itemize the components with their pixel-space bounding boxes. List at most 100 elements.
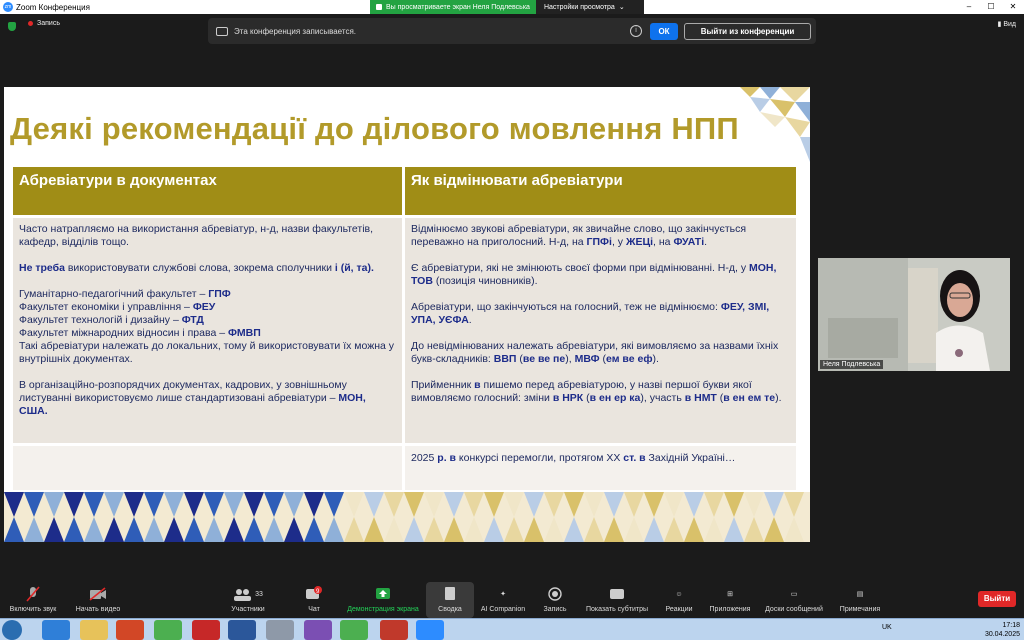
security-shield-icon[interactable] bbox=[8, 22, 16, 31]
viber-icon[interactable] bbox=[304, 620, 332, 640]
word-icon[interactable] bbox=[228, 620, 256, 640]
camera-off-icon bbox=[68, 585, 128, 603]
share-screen-button[interactable]: Демонстрация экрана bbox=[342, 582, 424, 618]
unmute-button[interactable]: Включить звук bbox=[4, 582, 62, 618]
start-video-label: Начать видео bbox=[75, 606, 121, 613]
list-item: Факультет технологій і дизайну – ФТД bbox=[19, 314, 396, 327]
view-label: Вид bbox=[1003, 21, 1016, 28]
exit-meeting-button[interactable]: Выйти из конференции bbox=[684, 23, 811, 40]
windows-taskbar: UK 17:18 30.04.2025 bbox=[0, 618, 1024, 640]
faculty-abbr: ФЕУ bbox=[192, 301, 216, 313]
notice-text: Эта конференция записывается. bbox=[234, 26, 356, 36]
screen-share-banner: Вы просматриваете экран Неля Подлевська … bbox=[370, 0, 644, 14]
col1-para4: В організаційно-розпорядчих документах, … bbox=[19, 379, 396, 418]
abbr: ве ве пе bbox=[522, 353, 566, 365]
recording-notice: Эта конференция записывается. i ОК Выйти… bbox=[208, 18, 816, 44]
text: Є абревіатури, які не змінюють своєї фор… bbox=[411, 262, 749, 274]
text: . bbox=[468, 314, 472, 326]
chat-label: Чат bbox=[308, 606, 320, 613]
sparkle-icon: ✦ bbox=[500, 591, 506, 598]
reactions-button[interactable]: ☺ Реакции bbox=[660, 582, 698, 618]
clock-date: 30.04.2025 bbox=[984, 631, 1020, 638]
pdf-viewer-icon[interactable] bbox=[380, 620, 408, 640]
apps-button[interactable]: ⊞ Приложения bbox=[704, 582, 756, 618]
col1-p2-text: використовувати службові слова, зокрема … bbox=[64, 262, 335, 274]
faculty-name: Факультет міжнародних відносин і права – bbox=[19, 327, 228, 339]
chat-button[interactable]: 9 Чат bbox=[296, 582, 332, 618]
system-clock[interactable]: 17:18 30.04.2025 bbox=[985, 621, 1020, 639]
view-options-button[interactable]: Настройки просмотра ⌄ bbox=[535, 0, 644, 14]
participant-video-tile[interactable]: Неля Подлевська bbox=[818, 258, 1010, 371]
reactions-label: Реакции bbox=[665, 606, 693, 613]
text: ), bbox=[565, 353, 575, 365]
start-video-button[interactable]: Начать видео bbox=[68, 582, 128, 618]
apps-icon: ⊞ bbox=[727, 591, 733, 598]
captions-label: Показать субтитры bbox=[585, 606, 649, 613]
record-button[interactable]: Запись bbox=[536, 582, 574, 618]
acrobat-icon[interactable] bbox=[192, 620, 220, 640]
info-icon[interactable]: i bbox=[630, 25, 642, 37]
chrome-icon-2[interactable] bbox=[340, 620, 368, 640]
powerpoint-icon[interactable] bbox=[116, 620, 144, 640]
maximize-button[interactable]: ☐ bbox=[980, 0, 1002, 14]
col2-para1: Відмінюємо звукові абревіатури, як звича… bbox=[411, 223, 790, 249]
participant-name-label: Неля Подлевська bbox=[820, 360, 884, 369]
text: Західній Україні… bbox=[645, 452, 736, 464]
windows-start-icon[interactable] bbox=[2, 620, 22, 640]
notes-label: Примечания bbox=[839, 606, 881, 613]
captions-button[interactable]: Показать субтитры bbox=[580, 582, 654, 618]
col2-para3: Абревіатури, що закінчуються на голосний… bbox=[411, 301, 790, 327]
participants-icon: 33 bbox=[222, 585, 274, 603]
participants-count: 33 bbox=[255, 590, 263, 598]
recording-indicator[interactable]: Запись bbox=[28, 20, 60, 27]
whiteboards-button[interactable]: ▭ Доски сообщений bbox=[760, 582, 828, 618]
abbr: ЖЕЦі bbox=[625, 236, 654, 248]
ai-companion-label: AI Companion bbox=[480, 606, 526, 613]
col2-example-cell: 2025 р. в конкурсі перемогли, протягом Х… bbox=[405, 446, 796, 490]
faculty-name: Факультет технологій і дизайну – bbox=[19, 314, 182, 326]
meeting-toolbar: Включить звук Начать видео 33 Участники … bbox=[0, 582, 1024, 618]
summary-button[interactable]: Сводка bbox=[426, 582, 474, 618]
minimize-button[interactable]: – bbox=[958, 0, 980, 14]
recommendations-table: Абревіатури в документах Як відмінювати … bbox=[13, 167, 796, 490]
view-button[interactable]: ▮ Вид bbox=[998, 20, 1016, 28]
col2-para4: До невідмінюваних належать абревіатури, … bbox=[411, 340, 790, 366]
paint-icon[interactable] bbox=[266, 620, 294, 640]
slide-corner-decoration bbox=[740, 87, 810, 162]
faculty-abbr: ФТД bbox=[181, 314, 204, 326]
view-options-label: Настройки просмотра bbox=[543, 3, 615, 11]
unmute-label: Включить звук bbox=[9, 606, 57, 613]
list-item: Факультет міжнародних відносин і права –… bbox=[19, 327, 396, 340]
window-controls: – ☐ ✕ bbox=[958, 0, 1024, 14]
participants-label: Участники bbox=[231, 606, 265, 613]
col1-empty-cell bbox=[13, 446, 402, 490]
zoom-app-icon: zm bbox=[3, 2, 13, 12]
col1-header: Абревіатури в документах bbox=[13, 167, 402, 215]
cc-icon bbox=[580, 585, 654, 603]
language-indicator[interactable]: UK bbox=[882, 624, 892, 631]
abbr: ГПФі bbox=[586, 236, 612, 248]
file-explorer-icon[interactable] bbox=[80, 620, 108, 640]
internet-explorer-icon[interactable] bbox=[42, 620, 70, 640]
apps-label: Приложения bbox=[709, 606, 751, 613]
list-item: Факультет економіки і управління – ФЕУ bbox=[19, 301, 396, 314]
text: Абревіатури, що закінчуються на голосний… bbox=[411, 301, 721, 313]
ok-button[interactable]: ОК bbox=[650, 23, 678, 40]
share-icon bbox=[376, 4, 382, 10]
chevron-down-icon: ⌄ bbox=[618, 4, 625, 11]
col1-para2: Не треба використовувати службові слова,… bbox=[19, 262, 396, 275]
zoom-taskbar-icon[interactable] bbox=[416, 620, 444, 640]
text: , на bbox=[653, 236, 674, 248]
faculty-name: Факультет економіки і управління – bbox=[19, 301, 193, 313]
close-button[interactable]: ✕ bbox=[1002, 0, 1024, 14]
col2-header: Як відмінювати абревіатури bbox=[405, 167, 796, 215]
leave-meeting-button[interactable]: Выйти bbox=[978, 591, 1016, 607]
notes-button[interactable]: ▤ Примечания bbox=[834, 582, 886, 618]
chrome-icon[interactable] bbox=[154, 620, 182, 640]
record-dot-icon bbox=[28, 21, 33, 26]
participants-button[interactable]: 33 Участники bbox=[222, 582, 274, 618]
text: ), участь bbox=[640, 392, 685, 404]
ai-companion-button[interactable]: ✦ AI Companion bbox=[478, 582, 528, 618]
mic-muted-icon bbox=[4, 585, 62, 603]
share-screen-icon bbox=[342, 585, 424, 603]
